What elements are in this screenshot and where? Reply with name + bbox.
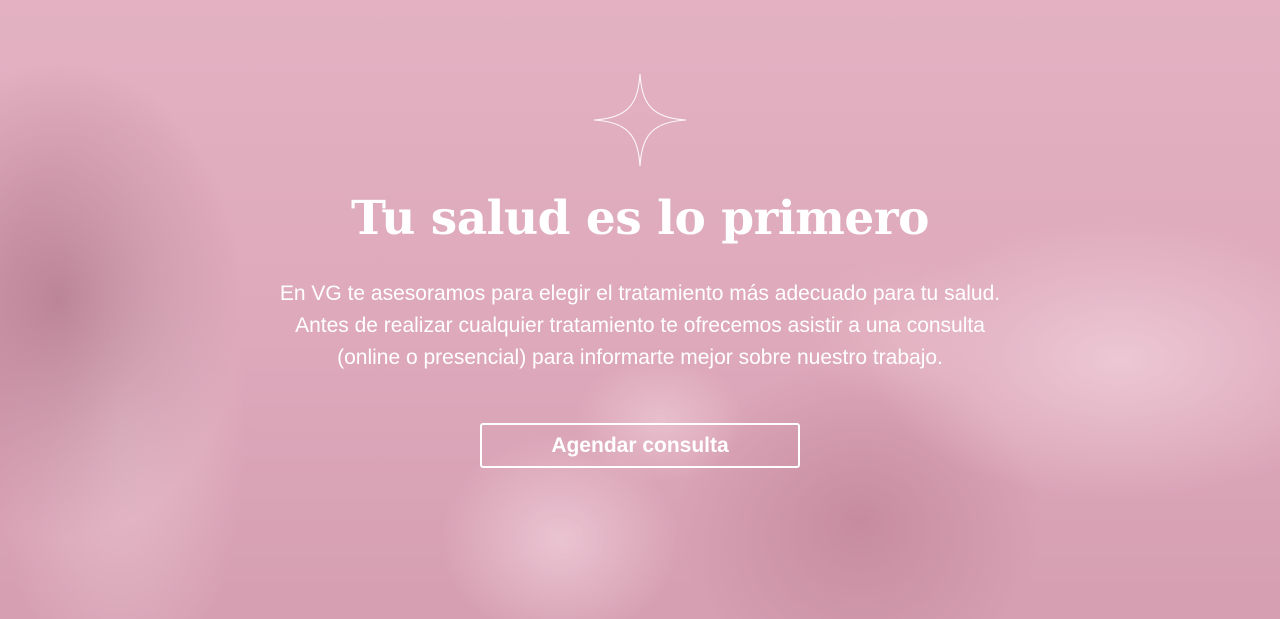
hero-description-line: En VG te asesoramos para elegir el trata… bbox=[279, 282, 1001, 305]
agendar-consulta-button[interactable]: Agendar consulta bbox=[480, 423, 800, 468]
hero-description-line: (online o presencial) para informarte me… bbox=[337, 346, 943, 369]
hero-section: Tu salud es lo primero En VG te asesoram… bbox=[0, 0, 1280, 619]
hero-title: Tu salud es lo primero bbox=[351, 191, 929, 246]
hero-description-line: Antes de realizar cualquier tratamiento … bbox=[295, 314, 985, 337]
sparkle-star-icon bbox=[593, 73, 687, 167]
hero-description: En VG te asesoramos para elegir el trata… bbox=[190, 278, 1090, 374]
